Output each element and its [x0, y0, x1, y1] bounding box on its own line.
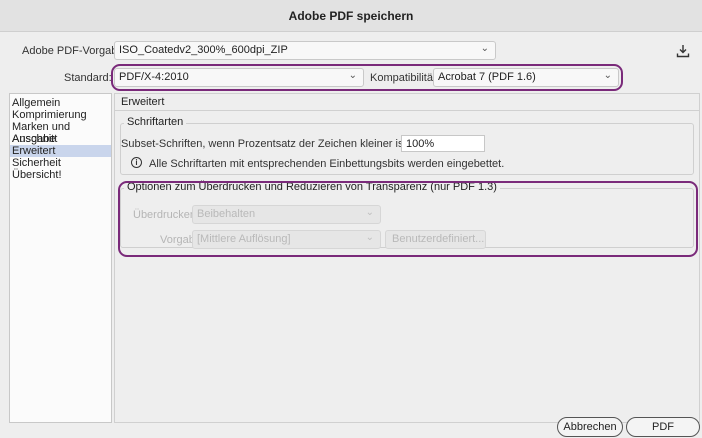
divider: [115, 110, 699, 111]
sidebar-item-allgemein[interactable]: Allgemein: [10, 97, 111, 109]
panel-title: Erweitert: [121, 96, 165, 108]
fonts-legend: Schriftarten: [124, 116, 187, 128]
sidebar-item-erweitert[interactable]: Erweitert: [10, 145, 111, 157]
sidebar-item-ausgabe[interactable]: Ausgabe: [10, 133, 111, 145]
subset-label: Subset-Schriften, wenn Prozentsatz der Z…: [121, 138, 427, 150]
standard-highlight: [111, 64, 623, 91]
embed-info-text: Alle Schriftarten mit entsprechenden Ein…: [149, 158, 505, 170]
sidebar-item-uebersicht[interactable]: Übersicht!: [10, 169, 111, 181]
save-pdf-button[interactable]: PDF speichern: [626, 417, 700, 437]
settings-panel: Erweitert Schriftarten Subset-Schriften,…: [114, 93, 700, 423]
info-icon: i: [131, 157, 142, 168]
cancel-button[interactable]: Abbrechen: [557, 417, 623, 437]
chevron-down-icon: ⌄: [480, 43, 489, 54]
title-bar: Adobe PDF speichern: [0, 0, 702, 32]
sidebar-item-marken[interactable]: Marken und Anschnitt: [10, 121, 111, 145]
standard-label: Standard:: [64, 72, 112, 84]
download-icon[interactable]: [676, 44, 690, 58]
subset-percent-field[interactable]: 100%: [401, 135, 485, 152]
window-title: Adobe PDF speichern: [288, 9, 414, 23]
preset-label: Adobe PDF-Vorgabe:: [22, 45, 127, 57]
sidebar-item-komprimierung[interactable]: Komprimierung: [10, 109, 111, 121]
transparency-highlight: [118, 181, 698, 257]
preset-select[interactable]: ISO_Coatedv2_300%_600dpi_ZIP ⌄: [114, 41, 496, 60]
preset-value: ISO_Coatedv2_300%_600dpi_ZIP: [119, 44, 288, 56]
category-sidebar: Allgemein Komprimierung Marken und Ansch…: [9, 93, 112, 423]
sidebar-item-sicherheit[interactable]: Sicherheit: [10, 157, 111, 169]
